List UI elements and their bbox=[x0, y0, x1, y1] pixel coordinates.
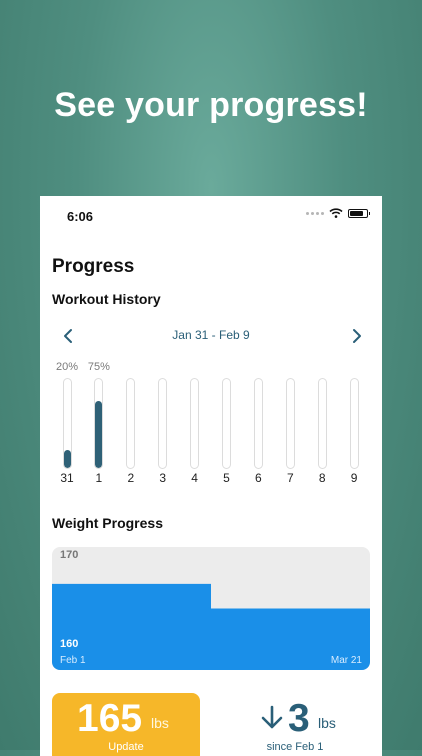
page-title: Progress bbox=[52, 256, 135, 277]
weight-axis-top-label: 170 bbox=[60, 549, 79, 561]
arrow-down-icon bbox=[261, 705, 283, 729]
workout-history-title: Workout History bbox=[52, 291, 161, 307]
status-time: 6:06 bbox=[67, 209, 94, 224]
weight-chart-svg bbox=[52, 583, 370, 670]
headline: See your progress! bbox=[54, 86, 368, 124]
weight-area-series bbox=[52, 583, 370, 670]
current-weight-unit: lbs bbox=[151, 715, 169, 731]
workout-percent-label: 75% bbox=[87, 361, 110, 373]
workout-day-bar[interactable] bbox=[126, 378, 136, 469]
workout-day-bar[interactable] bbox=[285, 378, 295, 469]
workout-day-label: 7 bbox=[286, 471, 294, 485]
workout-bar-fill bbox=[63, 450, 71, 468]
weight-change-unit: lbs bbox=[318, 715, 336, 731]
workout-day-label: 1 bbox=[95, 471, 103, 485]
workout-day-bar[interactable] bbox=[94, 378, 104, 469]
update-label: Update bbox=[108, 741, 144, 753]
workout-day-bar[interactable] bbox=[190, 378, 200, 469]
weight-change-value: 3 bbox=[288, 697, 310, 740]
status-icons bbox=[306, 208, 370, 218]
workout-day-label: 9 bbox=[350, 471, 358, 485]
workout-day-label: 8 bbox=[318, 471, 326, 485]
workout-day-label: 4 bbox=[191, 471, 198, 485]
date-range-label: Jan 31 - Feb 9 bbox=[172, 328, 250, 342]
since-label: since Feb 1 bbox=[266, 741, 324, 753]
workout-day-label: 6 bbox=[255, 471, 262, 485]
weight-axis-end-date: Mar 21 bbox=[330, 655, 362, 666]
workout-bar-fill bbox=[95, 401, 103, 468]
workout-day-label: 3 bbox=[159, 471, 167, 485]
weight-axis-bottom-label: 160 bbox=[60, 638, 79, 650]
status-bar: 6:06 bbox=[40, 196, 382, 236]
workout-day-bar[interactable] bbox=[158, 378, 168, 469]
update-weight-button[interactable]: 165 lbs Update bbox=[52, 693, 200, 756]
workout-day-bar[interactable] bbox=[253, 378, 263, 469]
workout-day-bar[interactable] bbox=[62, 378, 72, 469]
battery-icon bbox=[348, 208, 370, 218]
weight-progress-title: Weight Progress bbox=[52, 515, 163, 531]
workout-percent-label: 20% bbox=[55, 361, 79, 373]
signal-icon bbox=[306, 211, 324, 215]
current-weight-value: 165 bbox=[77, 697, 143, 740]
weight-axis-start-date: Feb 1 bbox=[60, 655, 86, 666]
workout-day-label: 5 bbox=[223, 471, 230, 485]
weight-progress-chart: 170 160 Feb 1 Mar 21 bbox=[52, 547, 370, 670]
wifi-icon bbox=[329, 208, 343, 218]
workout-day-bar[interactable] bbox=[317, 378, 327, 469]
workout-day-label: 2 bbox=[127, 471, 135, 485]
workout-day-bar[interactable] bbox=[222, 378, 231, 469]
workout-day-bar[interactable] bbox=[349, 378, 359, 469]
workout-day-label: 31 bbox=[60, 471, 74, 485]
next-week-button[interactable] bbox=[348, 328, 364, 344]
weight-change-summary: 3 lbs since Feb 1 bbox=[220, 693, 370, 756]
phone-screen: 6:06 Progress Workout History Jan 31 - F… bbox=[40, 196, 382, 756]
